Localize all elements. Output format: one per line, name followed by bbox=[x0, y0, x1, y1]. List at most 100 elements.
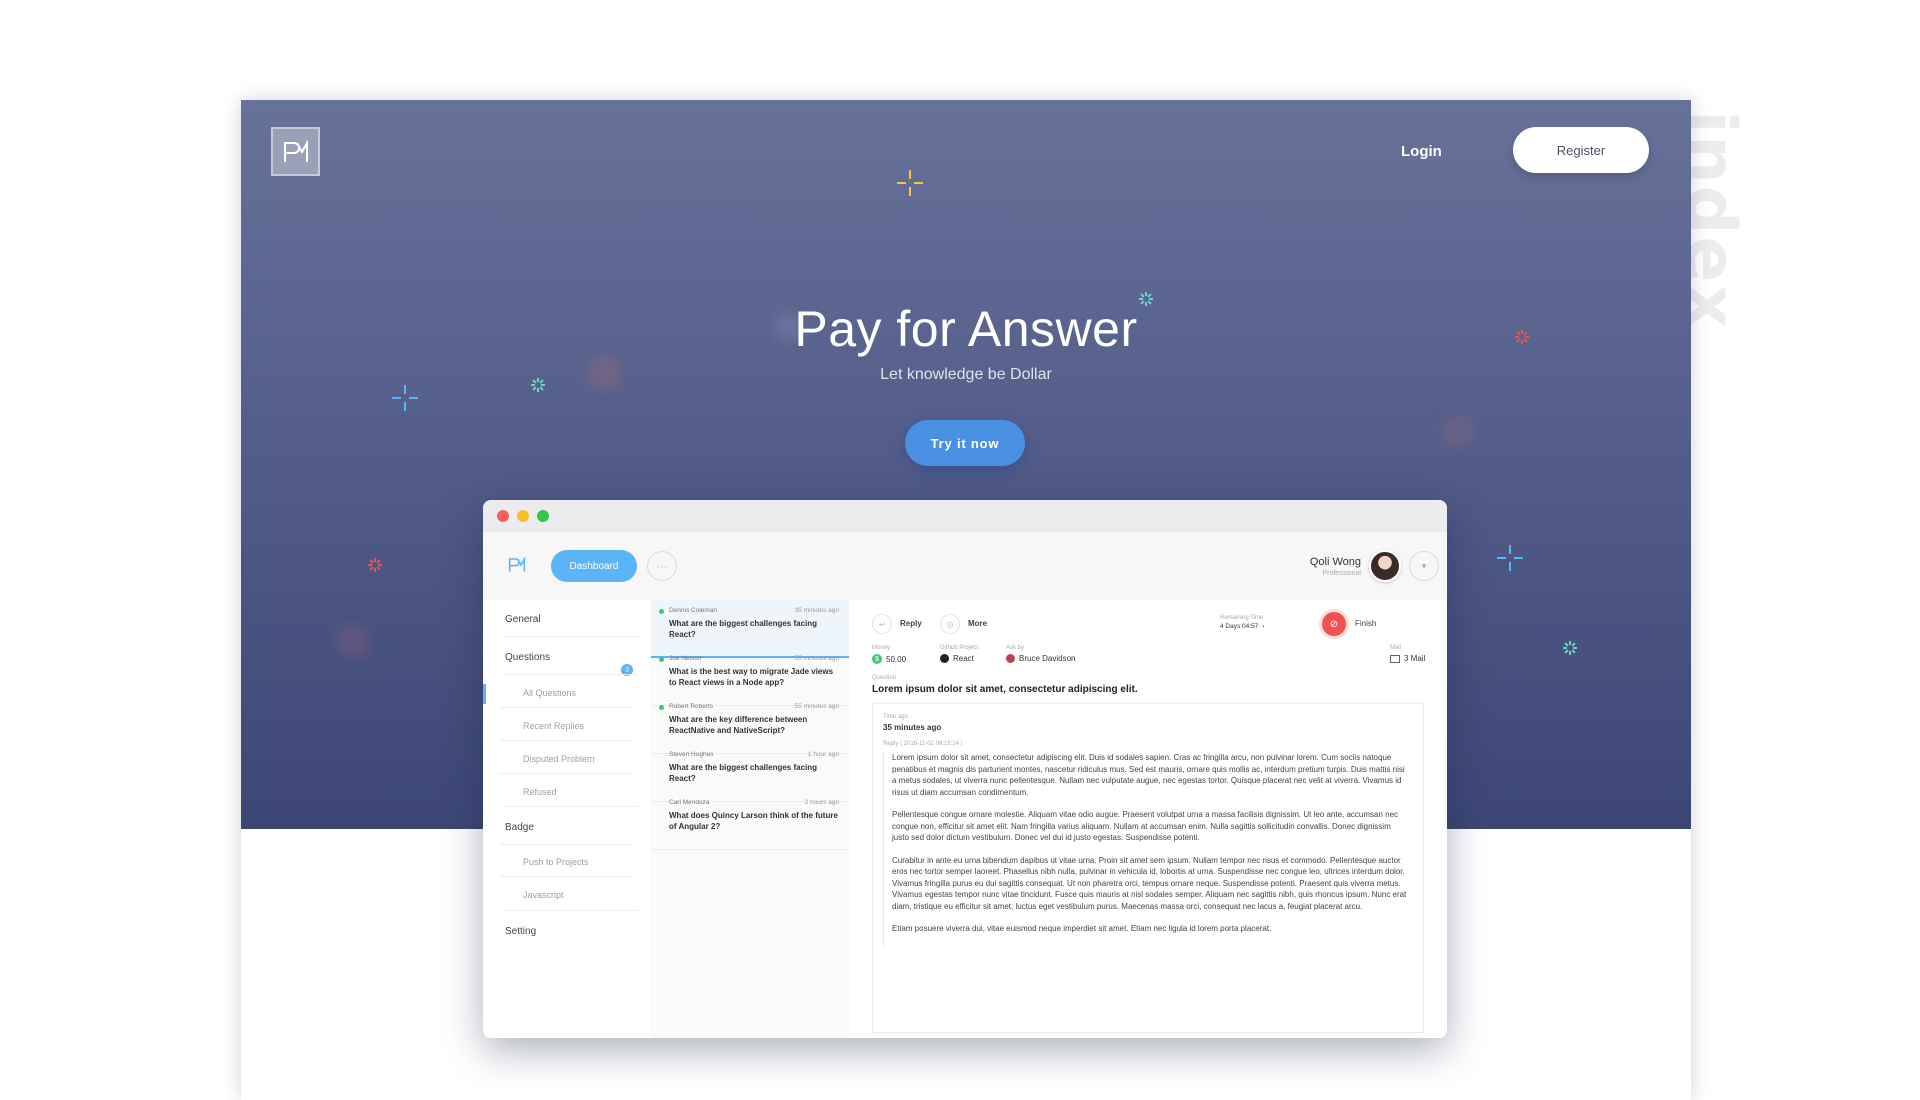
sidebar-item-all-questions[interactable]: All Questions bbox=[523, 688, 576, 698]
asker-name: Bruce Davidson bbox=[1019, 654, 1076, 663]
bokeh-glow bbox=[1441, 415, 1475, 449]
reply-icon[interactable]: ↩ bbox=[872, 614, 892, 634]
sidebar-item-javascript[interactable]: Javascript bbox=[523, 890, 564, 900]
divider bbox=[499, 773, 634, 774]
reply-card: Time ago 35 minutes ago Reply ( 2016-11-… bbox=[872, 703, 1424, 1033]
question-author: Dennis Coleman bbox=[669, 607, 718, 614]
question-text: What is the best way to migrate Jade vie… bbox=[669, 667, 834, 687]
online-indicator bbox=[659, 705, 664, 710]
time-ago-label: Time ago bbox=[883, 714, 908, 720]
github-icon bbox=[940, 654, 949, 663]
question-time: 2 hours ago bbox=[804, 799, 839, 806]
active-indicator bbox=[483, 684, 486, 704]
reply-timestamp: Reply ( 2016-11-02 08:15:14 ) bbox=[883, 741, 963, 747]
list-item[interactable]: Carl Mendoza 2 hours ago What does Quinc… bbox=[651, 792, 849, 850]
hero-title: Pay for Answer bbox=[794, 301, 1138, 357]
more-icon[interactable]: ◎ bbox=[940, 614, 960, 634]
window-maximize-dot[interactable] bbox=[537, 510, 549, 522]
money-amount: 50.00 bbox=[886, 654, 907, 664]
sidebar: General Questions 3 All Questions Recent… bbox=[483, 600, 648, 1038]
burst-icon bbox=[1563, 641, 1577, 655]
question-title: Lorem ipsum dolor sit amet, consectetur … bbox=[872, 684, 1138, 695]
divider bbox=[503, 674, 638, 675]
divider bbox=[503, 910, 638, 911]
register-button[interactable]: Register bbox=[1513, 127, 1649, 173]
chevron-down-icon[interactable]: ▾ bbox=[1409, 551, 1439, 581]
avatar[interactable] bbox=[1369, 550, 1401, 582]
mail-value[interactable]: 3 Mail bbox=[1390, 654, 1425, 663]
burst-icon bbox=[368, 558, 382, 572]
more-button[interactable]: More bbox=[968, 619, 987, 628]
mail-icon bbox=[1390, 654, 1400, 663]
window-titlebar bbox=[483, 500, 1447, 532]
user-name: Qoli Wong bbox=[1309, 556, 1361, 568]
sparkle-icon bbox=[392, 385, 418, 411]
question-text: What are the biggest challenges facing R… bbox=[669, 619, 818, 639]
reply-button[interactable]: Reply bbox=[900, 619, 922, 628]
sidebar-item-general[interactable]: General bbox=[505, 614, 541, 625]
ask-by-label: Ask by bbox=[1006, 645, 1025, 651]
question-list: Dennis Coleman 35 minutes ago What are t… bbox=[651, 600, 849, 1038]
try-it-now-button[interactable]: Try it now bbox=[905, 420, 1025, 466]
reply-paragraph: Pellentesque congue ornare molestie. Ali… bbox=[892, 810, 1399, 842]
finish-button[interactable]: Finish bbox=[1355, 619, 1376, 628]
mail-label: Mail bbox=[1390, 645, 1402, 651]
money-label: Money bbox=[872, 645, 891, 651]
question-author: Steven Hughes bbox=[669, 751, 714, 758]
app-logo-icon[interactable] bbox=[507, 557, 527, 573]
window-close-dot[interactable] bbox=[497, 510, 509, 522]
finish-icon[interactable]: ⊘ bbox=[1322, 612, 1346, 636]
divider bbox=[499, 876, 634, 877]
mail-count: 3 Mail bbox=[1404, 654, 1426, 663]
sidebar-item-disputed-problem[interactable]: Disputed Problem bbox=[523, 754, 595, 764]
app-header: Dashboard ··· Qoli Wong Professional ▾ bbox=[483, 532, 1447, 600]
more-options-button[interactable]: ··· bbox=[647, 551, 677, 581]
reply-paragraph: Etiam posuere viverra dui, vitae euismod… bbox=[892, 924, 1272, 933]
dollar-icon: $ bbox=[872, 654, 882, 664]
question-label: Question bbox=[872, 675, 897, 681]
money-value: $ 50.00 bbox=[872, 654, 906, 664]
divider bbox=[499, 707, 634, 708]
dashboard-button[interactable]: Dashboard bbox=[551, 550, 637, 582]
reply-paragraph: Curabitur in ante eu urna bibendum dapib… bbox=[892, 855, 1407, 911]
divider bbox=[503, 806, 638, 807]
chevron-right-icon: › bbox=[1262, 623, 1265, 630]
sidebar-item-questions[interactable]: Questions bbox=[505, 652, 550, 663]
remaining-time-label: Remaining Time bbox=[1220, 615, 1264, 621]
brand-logo[interactable] bbox=[271, 127, 320, 176]
question-author: Joe Nelson bbox=[669, 655, 702, 662]
app-mockup-window: Dashboard ··· Qoli Wong Professional ▾ G… bbox=[483, 500, 1447, 1038]
sidebar-item-push-to-projects[interactable]: Push to Projects bbox=[523, 857, 589, 867]
brand-logo-icon bbox=[283, 139, 308, 162]
github-label: Github Project bbox=[940, 645, 979, 651]
divider bbox=[503, 636, 638, 637]
landing-page: Login Register Pay for Answer Let knowle… bbox=[241, 100, 1691, 1100]
online-indicator bbox=[659, 657, 664, 662]
github-value[interactable]: React bbox=[940, 654, 974, 663]
question-time: 35 minutes ago bbox=[794, 607, 839, 614]
login-link[interactable]: Login bbox=[1401, 143, 1442, 160]
hero-subtitle: Let knowledge be Dollar bbox=[880, 366, 1052, 383]
bokeh-glow bbox=[336, 625, 370, 659]
ask-by-value[interactable]: Bruce Davidson bbox=[1006, 654, 1075, 663]
question-time: 55 minutes ago bbox=[794, 655, 839, 662]
question-author: Robert Roberts bbox=[669, 703, 714, 710]
user-role: Professional bbox=[1322, 570, 1361, 577]
question-text: What are the biggest challenges facing R… bbox=[669, 763, 818, 783]
sparkle-icon bbox=[1497, 545, 1523, 571]
sidebar-item-setting[interactable]: Setting bbox=[505, 926, 536, 937]
remaining-time-value: 4 Days 04:57 › bbox=[1220, 623, 1264, 630]
time-ago-value: 35 minutes ago bbox=[883, 723, 942, 732]
question-text: What are the key difference between Reac… bbox=[669, 715, 808, 735]
question-text: What does Quincy Larson think of the fut… bbox=[669, 811, 838, 831]
question-time: 1 hour ago bbox=[807, 751, 839, 758]
sidebar-item-recent-replies[interactable]: Recent Replies bbox=[523, 721, 584, 731]
reply-body: Lorem ipsum dolor sit amet, consectetur … bbox=[883, 752, 1408, 946]
sidebar-item-refused[interactable]: Refused bbox=[523, 787, 557, 797]
question-detail: ↩ Reply ◎ More Remaining Time 4 Days 04:… bbox=[858, 600, 1447, 1038]
sidebar-item-badge[interactable]: Badge bbox=[505, 822, 534, 833]
github-project: React bbox=[953, 654, 974, 663]
window-minimize-dot[interactable] bbox=[517, 510, 529, 522]
divider bbox=[499, 740, 634, 741]
remaining-time-text: 4 Days 04:57 bbox=[1220, 623, 1259, 630]
